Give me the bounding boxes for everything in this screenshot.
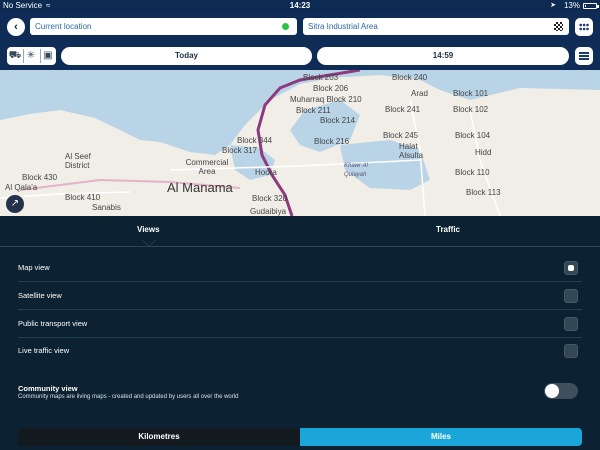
list-icon [579, 52, 589, 60]
map-label: Muharraq Block 210 [290, 95, 362, 104]
map-label: Halat Alsulta [399, 142, 424, 160]
status-bar: No Service ≈ 14:23 ➤ 13% [0, 0, 600, 12]
date-button[interactable]: Today [61, 47, 312, 65]
chevron-left-icon: ‹ [14, 21, 18, 33]
map-view-checkbox[interactable] [564, 261, 578, 275]
to-label: Sitra Industrial Area [308, 22, 378, 31]
map-label: Gudaibiya [250, 207, 287, 216]
map-label: Block 410 [65, 193, 101, 202]
location-arrow-icon: ➤ [550, 2, 556, 9]
map-label: Block 320 [252, 194, 288, 203]
community-view-description: Community maps are living maps - created… [18, 394, 239, 400]
map-label: Block 203 [303, 73, 339, 82]
miles-button[interactable]: Miles [300, 428, 582, 446]
from-label: Current location [35, 22, 92, 31]
to-field[interactable]: Sitra Industrial Area [303, 18, 569, 35]
bus-icon[interactable]: ▣ [40, 47, 56, 65]
status-clock: 14:23 [289, 1, 311, 10]
map-label: Block 245 [383, 131, 419, 140]
map-label: Block 102 [453, 105, 489, 114]
battery-percent: 13% [563, 1, 580, 10]
community-view-title: Community view [18, 384, 78, 393]
distance-unit-selector: Kilometres Miles [18, 428, 582, 446]
tab-traffic[interactable]: Traffic [436, 225, 460, 234]
live-traffic-view-checkbox[interactable] [564, 344, 578, 358]
map-label: Block 241 [385, 105, 421, 114]
map-label: Block 430 [22, 173, 58, 182]
option-live-traffic-view[interactable]: Live traffic view [18, 337, 582, 365]
walk-icon[interactable]: ✳ [23, 47, 39, 65]
map-label: Block 211 [296, 106, 331, 115]
time-button[interactable]: 14:59 [317, 47, 569, 65]
map-label: Sanabis [92, 203, 121, 212]
map-label: Khawr Al Qulayah [344, 163, 368, 178]
community-view-toggle[interactable] [544, 383, 578, 399]
option-label: Satellite view [18, 291, 62, 300]
car-icon[interactable]: ⛟ [7, 47, 23, 65]
map-label: Hidd [475, 148, 492, 157]
map-label: Block 113 [466, 188, 501, 197]
option-label: Map view [18, 263, 50, 272]
from-field[interactable]: Current location [30, 18, 297, 35]
current-location-dot-icon [282, 23, 289, 30]
map-label: Arad [411, 89, 428, 98]
active-tab-indicator-fill [143, 240, 155, 246]
map-view[interactable]: Block 203 Block 206 Muharraq Block 210 B… [0, 70, 600, 216]
map-label: Block 104 [455, 131, 491, 140]
finish-flag-icon [554, 22, 563, 31]
map-label: Block 101 [453, 89, 489, 98]
map-label: Block 344 [237, 136, 273, 145]
map-label: Al Seef District [65, 152, 91, 170]
back-button[interactable]: ‹ [7, 18, 25, 36]
app-root: No Service ≈ 14:23 ➤ 13% ‹ Current locat… [0, 0, 600, 450]
map-label: Hoora [255, 168, 277, 177]
option-satellite-view[interactable]: Satellite view [18, 282, 582, 310]
option-public-transport-view[interactable]: Public transport view [18, 310, 582, 338]
kilometres-button[interactable]: Kilometres [18, 428, 300, 446]
list-menu-button[interactable] [575, 47, 593, 65]
map-label: Block 110 [455, 168, 490, 177]
map-label: Commercial Area [185, 158, 229, 176]
toggle-knob [545, 384, 559, 398]
recenter-button[interactable]: ↗ [6, 195, 24, 213]
expand-arrow-icon: ↗ [10, 198, 20, 209]
grid-dots-icon [579, 23, 589, 31]
map-label: Al Qala'a [5, 183, 38, 192]
route-header: ‹ Current location Sitra Industrial Area… [0, 12, 600, 70]
map-label: Block 206 [313, 84, 349, 93]
battery-fill [585, 5, 586, 7]
option-label: Live traffic view [18, 346, 70, 355]
map-label: Block 240 [392, 73, 428, 82]
settings-tabs: Views Traffic [0, 216, 600, 247]
map-label: Block 317 [222, 146, 258, 155]
transport-mode-selector: ⛟ ✳ ▣ [7, 47, 56, 65]
map-label: Al Manama [167, 180, 233, 195]
grid-menu-button[interactable] [575, 18, 593, 36]
battery-icon [583, 3, 599, 9]
satellite-view-checkbox[interactable] [564, 289, 578, 303]
option-map-view[interactable]: Map view [18, 254, 582, 282]
tab-views[interactable]: Views [137, 225, 160, 234]
option-label: Public transport view [18, 319, 88, 328]
map-label: Block 216 [314, 137, 350, 146]
map-label: Block 214 [320, 116, 356, 125]
public-transport-view-checkbox[interactable] [564, 317, 578, 331]
